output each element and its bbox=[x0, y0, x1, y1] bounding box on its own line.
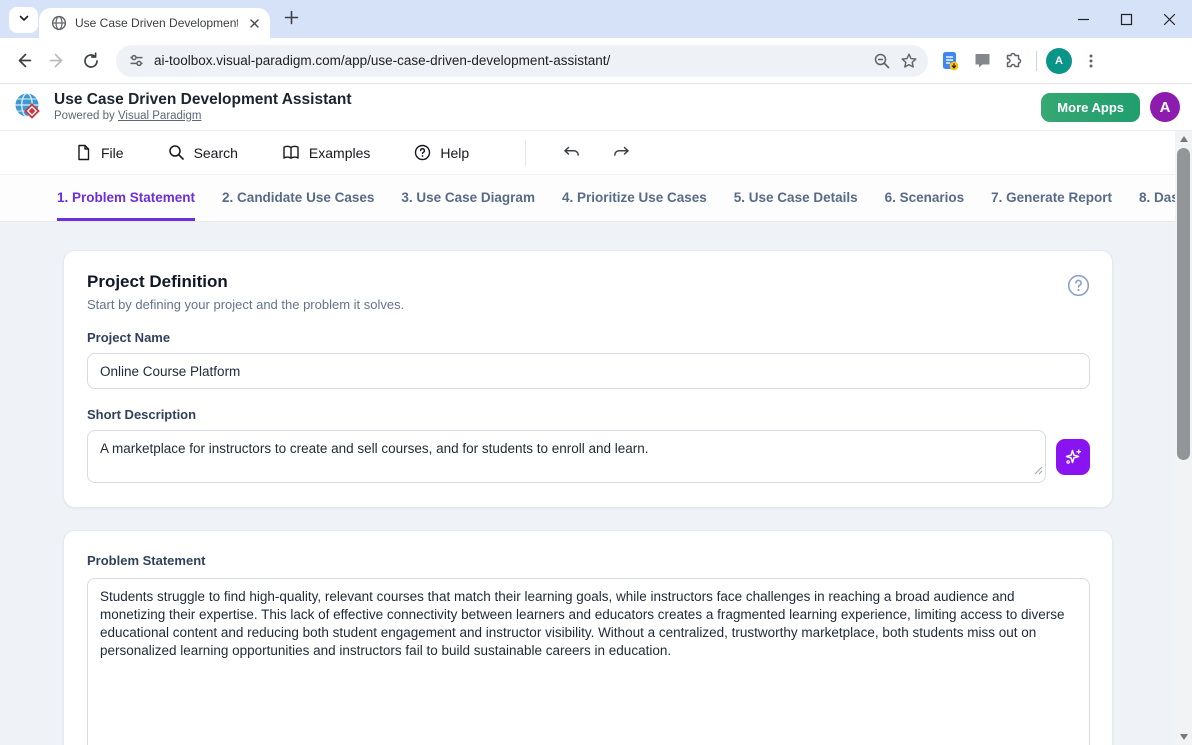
tab-title: Use Case Driven Development Assistant bbox=[75, 16, 238, 30]
powered-by: Powered by Visual Paradigm bbox=[54, 110, 351, 123]
user-avatar[interactable]: A bbox=[1150, 92, 1180, 122]
menu-separator bbox=[525, 140, 526, 166]
zoom-out-icon[interactable] bbox=[873, 52, 891, 70]
forward-button[interactable] bbox=[40, 44, 74, 78]
menu-search[interactable]: Search bbox=[168, 144, 238, 161]
close-window-icon[interactable] bbox=[1162, 12, 1176, 26]
problem-statement-label: Problem Statement bbox=[87, 553, 1090, 568]
scrollbar-up-icon[interactable] bbox=[1175, 131, 1192, 147]
card-title: Project Definition bbox=[87, 272, 404, 292]
comment-icon[interactable] bbox=[966, 45, 998, 77]
step-generate-report[interactable]: 7. Generate Report bbox=[991, 175, 1112, 221]
tab-search-button[interactable] bbox=[9, 7, 38, 33]
wizard-steps: 1. Problem Statement 2. Candidate Use Ca… bbox=[0, 175, 1192, 222]
page-scrollbar[interactable] bbox=[1175, 131, 1192, 745]
book-icon bbox=[282, 144, 300, 161]
tab-close-icon[interactable] bbox=[246, 15, 262, 31]
redo-button[interactable] bbox=[604, 138, 638, 168]
back-button[interactable] bbox=[6, 44, 40, 78]
docs-extension-icon[interactable] bbox=[934, 45, 966, 77]
redo-icon bbox=[612, 145, 631, 161]
card-help-icon[interactable] bbox=[1067, 274, 1090, 302]
project-name-label: Project Name bbox=[87, 330, 1090, 345]
card-subtitle: Start by defining your project and the p… bbox=[87, 297, 404, 312]
scrollbar-down-icon[interactable] bbox=[1175, 729, 1192, 745]
step-use-case-diagram[interactable]: 3. Use Case Diagram bbox=[401, 175, 535, 221]
step-problem-statement[interactable]: 1. Problem Statement bbox=[57, 175, 195, 221]
browser-tab[interactable]: Use Case Driven Development Assistant bbox=[39, 8, 270, 38]
toolbar-separator bbox=[1036, 51, 1037, 71]
app-titles: Use Case Driven Development Assistant Po… bbox=[54, 91, 351, 123]
short-description-textarea[interactable]: A marketplace for instructors to create … bbox=[87, 430, 1046, 483]
plus-icon bbox=[284, 10, 299, 30]
browser-toolbar: ai-toolbox.visual-paradigm.com/app/use-c… bbox=[0, 38, 1192, 84]
search-icon bbox=[168, 144, 185, 161]
scrollbar-thumb[interactable] bbox=[1177, 148, 1190, 460]
extensions-puzzle-icon[interactable] bbox=[998, 45, 1030, 77]
browser-profile-avatar[interactable]: A bbox=[1043, 45, 1075, 77]
step-scenarios[interactable]: 6. Scenarios bbox=[885, 175, 965, 221]
bookmark-star-icon[interactable] bbox=[900, 52, 918, 70]
undo-icon bbox=[562, 145, 581, 161]
app-menu-bar: File Search Examples Help bbox=[0, 131, 1192, 175]
reload-button[interactable] bbox=[74, 44, 108, 78]
address-bar[interactable]: ai-toolbox.visual-paradigm.com/app/use-c… bbox=[116, 45, 928, 77]
short-description-label: Short Description bbox=[87, 407, 1090, 422]
menu-file[interactable]: File bbox=[75, 144, 124, 161]
file-icon bbox=[75, 144, 92, 161]
url-text[interactable]: ai-toolbox.visual-paradigm.com/app/use-c… bbox=[154, 53, 864, 68]
main-content: Project Definition Start by defining you… bbox=[0, 222, 1192, 745]
minimize-icon[interactable] bbox=[1076, 12, 1090, 26]
maximize-icon[interactable] bbox=[1119, 12, 1133, 26]
menu-examples[interactable]: Examples bbox=[282, 144, 370, 161]
visual-paradigm-link[interactable]: Visual Paradigm bbox=[118, 110, 202, 122]
project-definition-card: Project Definition Start by defining you… bbox=[63, 250, 1113, 508]
new-tab-button[interactable] bbox=[283, 11, 300, 28]
more-apps-button[interactable]: More Apps bbox=[1041, 93, 1140, 122]
sparkles-icon bbox=[1063, 447, 1083, 467]
project-name-input[interactable] bbox=[87, 353, 1090, 389]
step-use-case-details[interactable]: 5. Use Case Details bbox=[734, 175, 858, 221]
help-icon bbox=[414, 144, 431, 161]
browser-tab-strip: Use Case Driven Development Assistant bbox=[0, 0, 1192, 38]
globe-favicon-icon bbox=[51, 15, 67, 31]
app-header: Use Case Driven Development Assistant Po… bbox=[0, 84, 1192, 131]
site-info-icon[interactable] bbox=[128, 52, 145, 69]
chevron-down-icon bbox=[18, 11, 30, 29]
step-prioritize-use-cases[interactable]: 4. Prioritize Use Cases bbox=[562, 175, 707, 221]
ai-generate-button[interactable] bbox=[1056, 439, 1090, 475]
browser-menu-icon[interactable] bbox=[1075, 45, 1107, 77]
problem-statement-textarea[interactable]: Students struggle to find high-quality, … bbox=[87, 578, 1090, 745]
window-controls bbox=[1076, 0, 1192, 38]
problem-statement-card: Problem Statement Students struggle to f… bbox=[63, 530, 1113, 745]
undo-button[interactable] bbox=[554, 138, 588, 168]
app-title: Use Case Driven Development Assistant bbox=[54, 91, 351, 109]
menu-help[interactable]: Help bbox=[414, 144, 469, 161]
visual-paradigm-logo bbox=[12, 91, 45, 124]
step-candidate-use-cases[interactable]: 2. Candidate Use Cases bbox=[222, 175, 374, 221]
